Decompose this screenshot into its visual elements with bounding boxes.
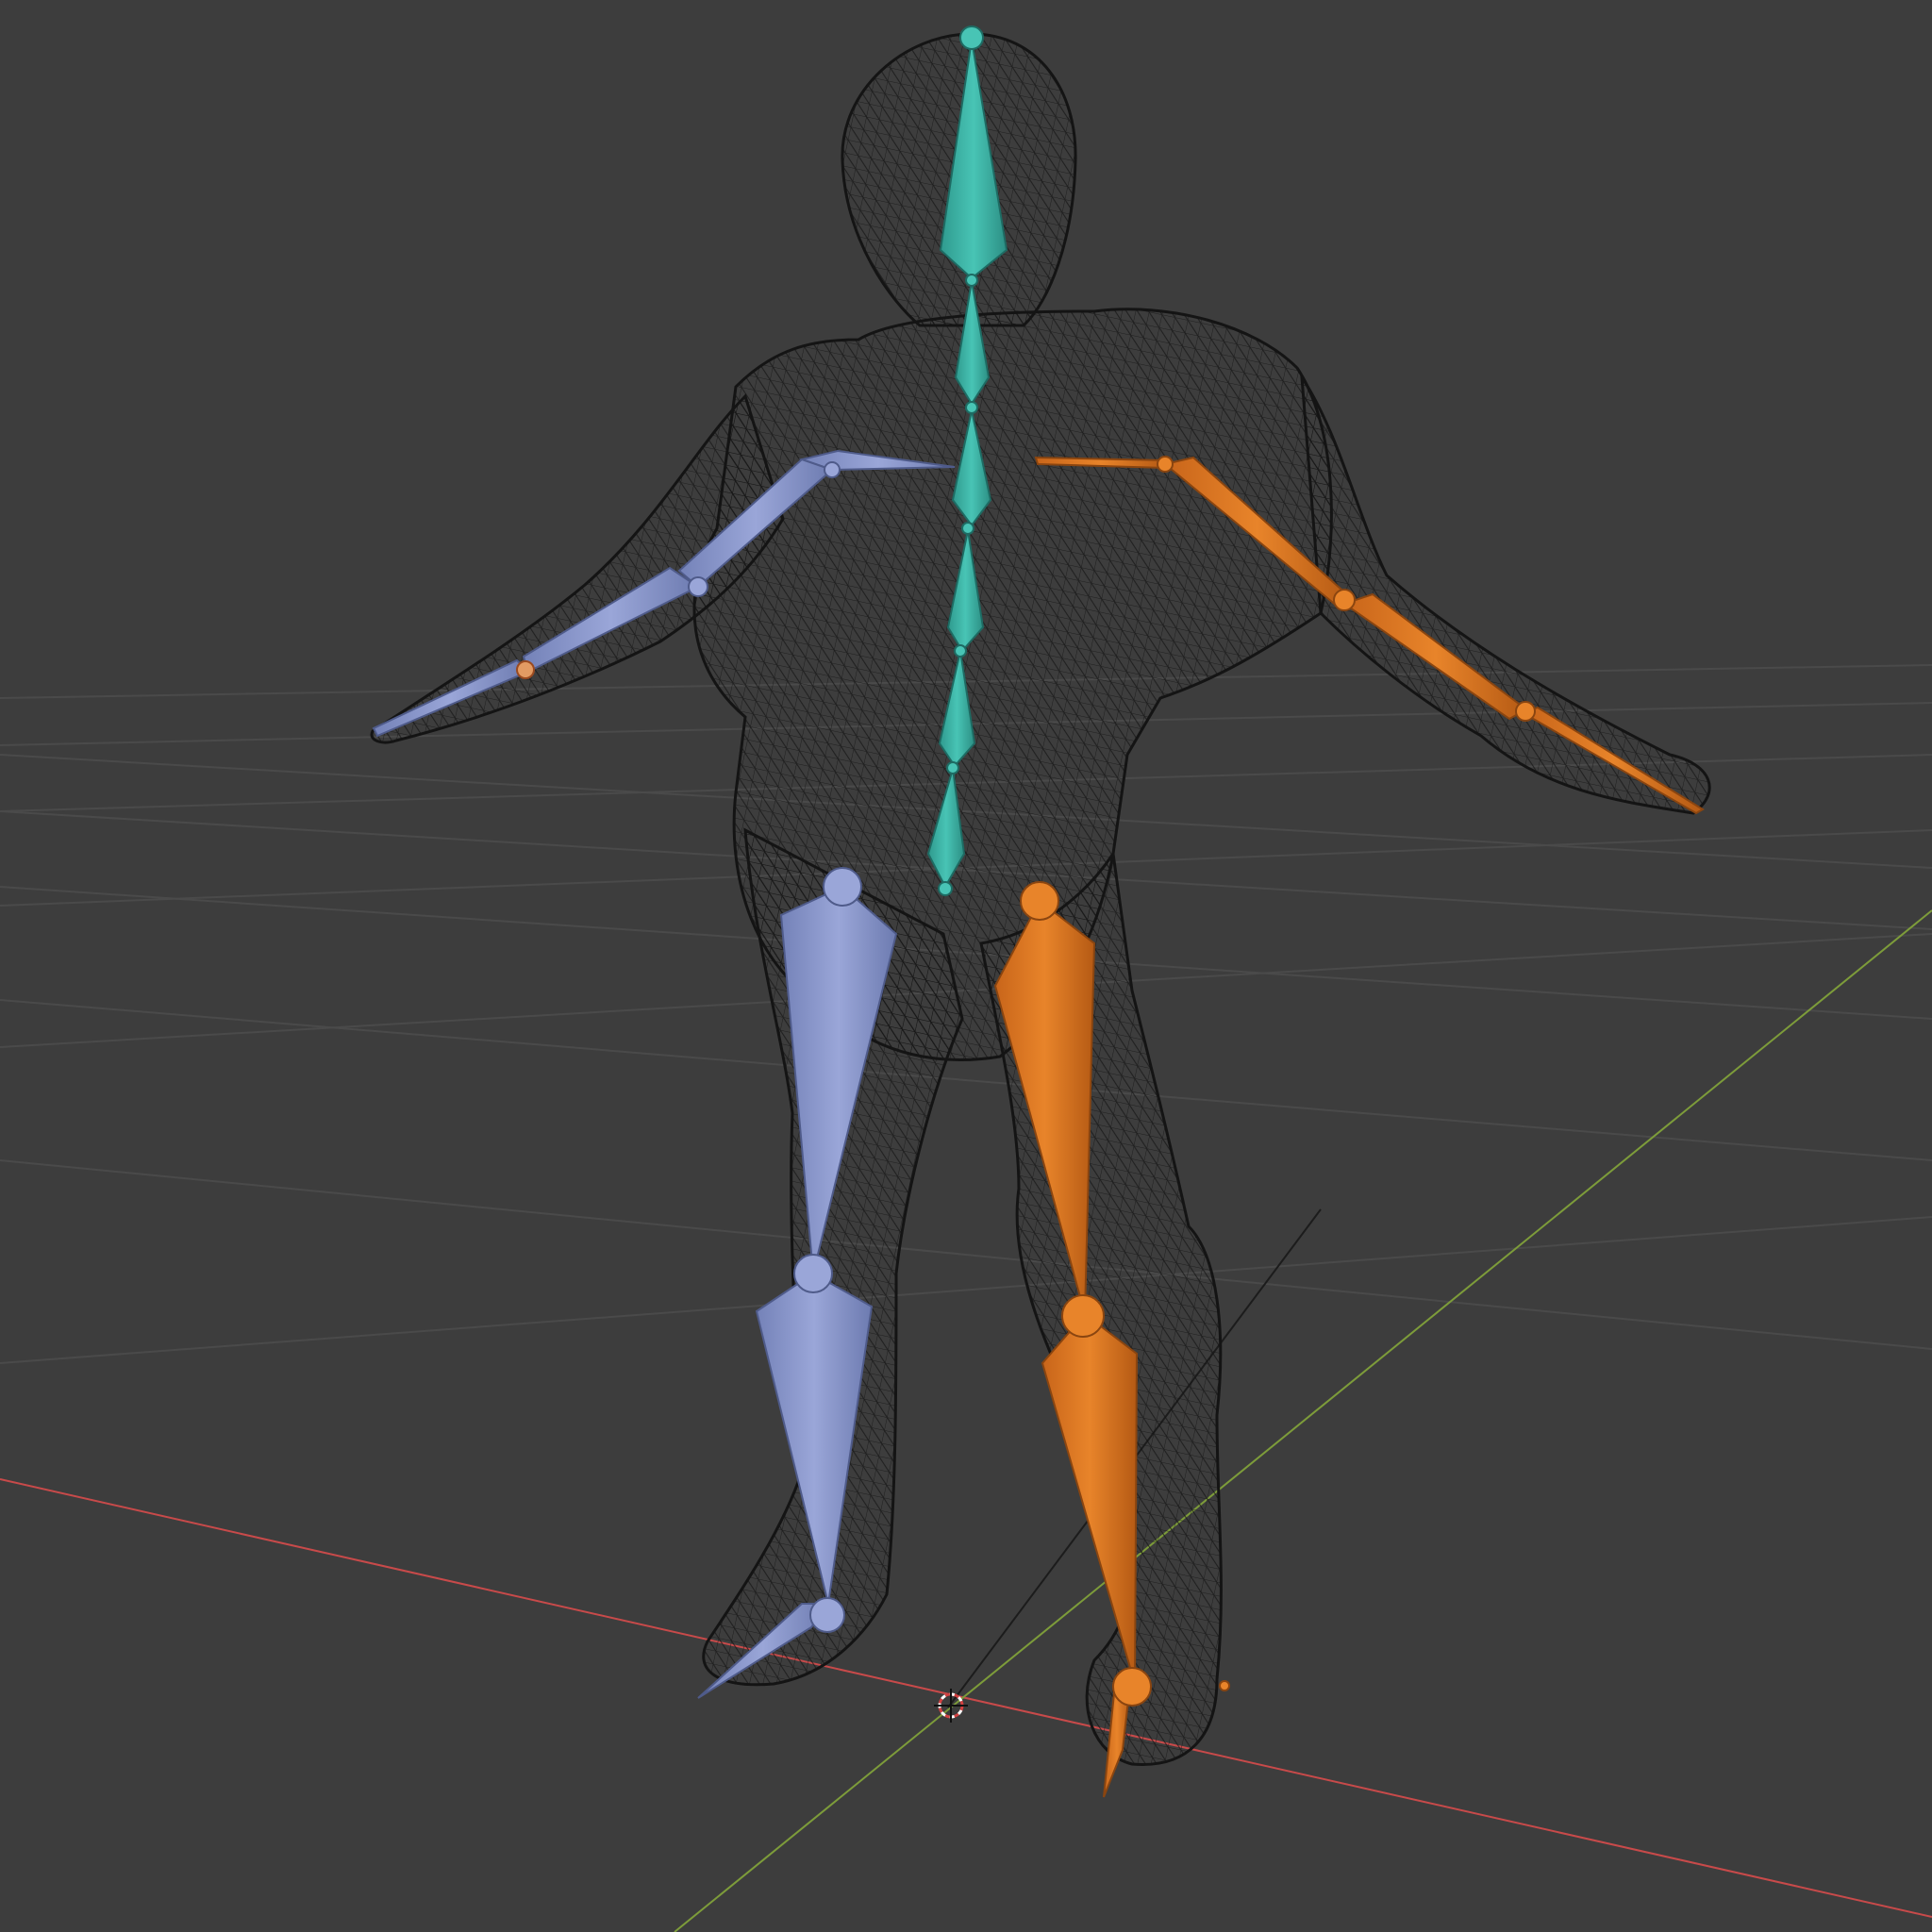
joint-spine-lower[interactable] [946,761,959,774]
joint-elbow-l[interactable] [688,576,708,597]
joint-hips[interactable] [938,881,953,896]
joint-chest[interactable] [965,401,978,414]
joint-toe-r[interactable] [1219,1680,1230,1691]
joint-spine-upper[interactable] [961,522,974,535]
joint-knee-l[interactable] [793,1254,833,1293]
joint-elbow-r[interactable] [1333,589,1356,611]
viewport-canvas[interactable] [0,0,1932,1932]
3d-viewport[interactable] [0,0,1932,1932]
joint-wrist-r[interactable] [1515,701,1536,722]
joint-wrist-l[interactable] [516,660,535,679]
joint-hip-l[interactable] [823,867,862,907]
joint-spine-mid[interactable] [954,644,967,658]
joint-hip-r[interactable] [1020,881,1059,921]
joint-ankle-r[interactable] [1112,1667,1152,1707]
joint-knee-r[interactable] [1061,1294,1105,1338]
joint-shoulder-l[interactable] [824,461,841,478]
bone-shin-r[interactable] [1041,1312,1139,1685]
x-axis-line [0,1478,1932,1918]
joint-neck[interactable] [965,274,978,287]
mesh-right-arm [1300,372,1711,815]
joint-ankle-l[interactable] [809,1597,845,1633]
joint-shoulder-r[interactable] [1157,456,1174,473]
joint-head-tip[interactable] [959,25,984,50]
